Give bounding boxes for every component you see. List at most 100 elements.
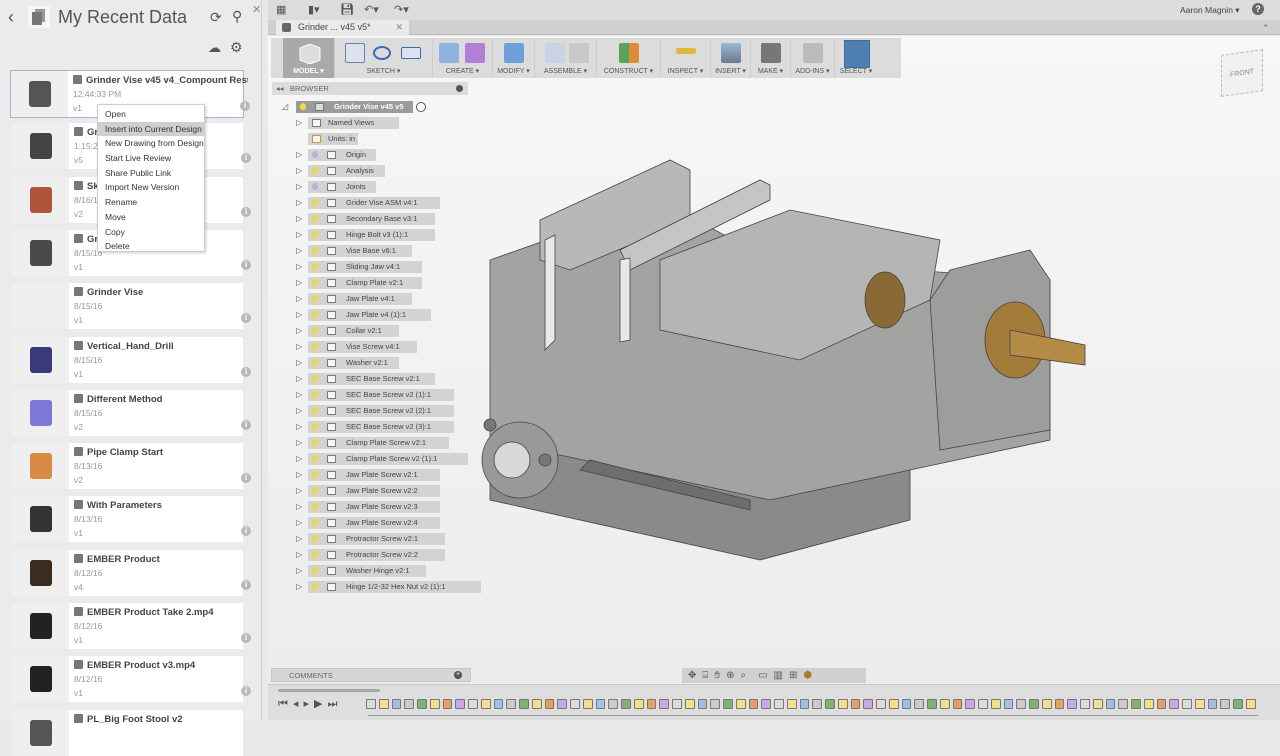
expand-arrow-icon[interactable]: ▷ <box>296 549 302 561</box>
timeline-feature-icon[interactable] <box>978 699 988 709</box>
vise-3d-model[interactable] <box>470 140 1100 570</box>
context-menu-item[interactable]: Import New Version <box>98 180 204 195</box>
timeline-feature-icon[interactable] <box>786 699 797 709</box>
timeline-feature-icon[interactable] <box>774 699 784 709</box>
visibility-bulb-icon[interactable] <box>312 535 318 542</box>
timeline-feature-icon[interactable] <box>965 699 975 709</box>
visibility-bulb-icon[interactable] <box>312 487 318 494</box>
visibility-bulb-icon[interactable] <box>312 231 318 238</box>
timeline-feature-icon[interactable] <box>1131 699 1141 709</box>
timeline-feature-icon[interactable] <box>557 699 567 709</box>
go-to-end-icon[interactable]: ⏭︎ <box>327 698 342 710</box>
timeline-feature-icon[interactable] <box>621 699 631 709</box>
timeline-feature-icon[interactable] <box>1143 699 1154 709</box>
modify-menu[interactable]: MODIFY ▾ <box>493 38 535 78</box>
save-icon[interactable]: 💾︎ <box>340 3 354 16</box>
timeline-feature-icon[interactable] <box>1207 699 1218 709</box>
press-pull-icon[interactable] <box>504 43 524 63</box>
timeline-feature-icon[interactable] <box>531 699 542 709</box>
fit-icon[interactable]: ⌕ <box>740 670 746 681</box>
expand-arrow-icon[interactable]: ▷ <box>296 197 302 209</box>
visibility-bulb-icon[interactable] <box>312 247 318 254</box>
timeline-feature-icon[interactable] <box>1118 699 1128 709</box>
timeline-feature-icon[interactable] <box>710 699 720 709</box>
timeline-feature-icon[interactable] <box>939 699 950 709</box>
display-settings-icon[interactable]: ▭ <box>758 670 767 681</box>
timeline-feature-icon[interactable] <box>1233 699 1243 709</box>
timeline-feature-icon[interactable] <box>404 699 414 709</box>
expand-arrow-icon[interactable]: ▷ <box>296 293 302 305</box>
expand-arrow-icon[interactable]: ▷ <box>296 261 302 273</box>
settings-gear-icon[interactable]: ⚙ <box>230 39 243 56</box>
visibility-bulb-icon[interactable] <box>312 343 318 350</box>
visibility-bulb-icon[interactable] <box>312 359 318 366</box>
timeline-feature-icon[interactable] <box>480 699 491 709</box>
create-sketch-icon[interactable] <box>345 43 365 63</box>
info-icon[interactable]: i <box>241 579 251 590</box>
timeline-feature-icon[interactable] <box>888 699 899 709</box>
environment-icon[interactable]: ⬢ <box>803 670 812 681</box>
assemble-menu[interactable]: ASSEMBLE ▾ <box>535 38 597 78</box>
visibility-bulb-icon[interactable] <box>312 183 318 190</box>
undo-icon[interactable]: ↶▾ <box>364 3 379 16</box>
timeline-feature-icon[interactable] <box>1156 699 1167 709</box>
insert-menu[interactable]: INSERT ▾ <box>711 38 751 78</box>
context-menu-item[interactable]: Open <box>98 107 204 122</box>
timeline-feature-icon[interactable] <box>633 699 644 709</box>
timeline-feature-icon[interactable] <box>544 699 555 709</box>
visibility-bulb-icon[interactable] <box>312 519 318 526</box>
back-icon[interactable]: ‹ <box>8 7 28 28</box>
look-at-icon[interactable]: ⌸ <box>702 670 708 681</box>
timeline-feature-icon[interactable] <box>684 699 695 709</box>
recent-data-item[interactable]: EMBER Product 8/12/16 v4 i <box>12 549 251 596</box>
timeline-feature-icon[interactable] <box>723 699 733 709</box>
info-icon[interactable]: i <box>241 526 251 537</box>
timeline-feature-icon[interactable] <box>646 699 657 709</box>
recent-data-item[interactable]: With Parameters 8/13/16 v1 i <box>12 496 251 543</box>
recent-data-item[interactable]: Pipe Clamp Start 8/13/16 v2 i <box>12 443 251 490</box>
timeline-feature-icon[interactable] <box>735 699 746 709</box>
collapse-browser-icon[interactable]: ◂◂ <box>276 82 284 95</box>
timeline-feature-icon[interactable] <box>876 699 886 709</box>
visibility-bulb-icon[interactable] <box>312 503 318 510</box>
visibility-bulb-icon[interactable] <box>312 263 318 270</box>
expand-arrow-icon[interactable]: ▷ <box>296 453 302 465</box>
info-icon[interactable]: i <box>241 633 251 643</box>
timeline-feature-icon[interactable] <box>825 699 835 709</box>
expand-arrow-icon[interactable]: ▷ <box>296 181 302 193</box>
timeline-feature-icon[interactable] <box>1194 699 1205 709</box>
recent-data-item[interactable]: EMBER Product Take 2.mp4 8/12/16 v1 i <box>12 603 251 649</box>
construct-menu[interactable]: CONSTRUCT ▾ <box>597 38 661 78</box>
make-menu[interactable]: MAKE ▾ <box>751 38 791 78</box>
timeline-feature-icon[interactable] <box>417 699 427 709</box>
inspect-menu[interactable]: INSPECT ▾ <box>661 38 711 78</box>
zoom-icon[interactable]: ⊕ <box>726 670 734 681</box>
expand-arrow-icon[interactable]: ▷ <box>296 405 302 417</box>
recent-data-item[interactable]: PL_Big Foot Stool v2 <box>12 709 243 756</box>
spline-icon[interactable] <box>373 46 391 60</box>
new-component-icon[interactable] <box>545 43 565 63</box>
timeline-feature-icon[interactable] <box>672 699 682 709</box>
offset-plane-icon[interactable] <box>619 43 639 63</box>
visibility-bulb-icon[interactable] <box>312 439 318 446</box>
context-menu-item[interactable]: Share Public Link <box>98 166 204 181</box>
timeline-feature-icon[interactable] <box>595 699 606 709</box>
activate-radio-icon[interactable] <box>416 102 426 112</box>
recent-data-item[interactable]: EMBER Product v3.mp4 8/12/16 v1 i <box>12 656 251 703</box>
expand-arrow-icon[interactable]: ▷ <box>296 469 302 481</box>
file-menu-icon[interactable]: ▮▾ <box>308 3 320 16</box>
timeline-feature-icon[interactable] <box>761 699 771 709</box>
visibility-bulb-icon[interactable] <box>312 167 318 174</box>
visibility-bulb-icon[interactable] <box>312 423 318 430</box>
timeline-feature-icon[interactable] <box>863 699 873 709</box>
timeline-feature-icon[interactable] <box>927 699 937 709</box>
info-icon[interactable]: i <box>241 313 251 324</box>
grid-settings-icon[interactable]: ▥ <box>774 670 783 681</box>
expand-arrow-icon[interactable]: ▷ <box>296 373 302 385</box>
step-forward-icon[interactable]: ▸ <box>303 698 314 710</box>
expand-arrow-icon[interactable]: ▷ <box>296 149 302 161</box>
visibility-bulb-icon[interactable] <box>312 311 318 318</box>
refresh-icon[interactable]: ⟳ <box>210 9 222 26</box>
context-menu-item[interactable]: Copy <box>98 225 204 240</box>
timeline-feature-icon[interactable] <box>748 699 759 709</box>
